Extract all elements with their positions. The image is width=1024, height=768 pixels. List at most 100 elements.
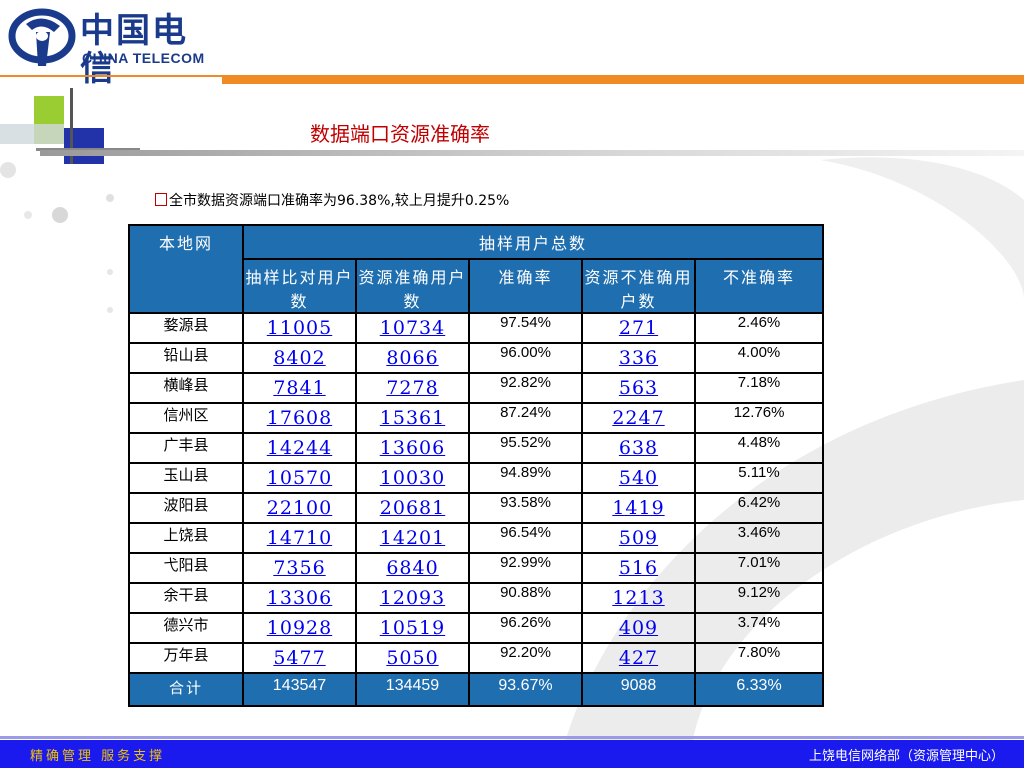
sample-count[interactable]: 7356 bbox=[242, 552, 357, 584]
inaccurate-count[interactable]: 1213 bbox=[581, 582, 696, 614]
inaccurate-count-link[interactable]: 516 bbox=[619, 557, 658, 579]
table-row: 婺源县 11005 10734 97.54% 271 2.46% bbox=[128, 312, 824, 344]
accurate-count[interactable]: 13606 bbox=[355, 432, 470, 464]
inaccurate-count-link[interactable]: 427 bbox=[619, 647, 658, 669]
accuracy-rate: 93.58% bbox=[468, 492, 583, 524]
sample-count[interactable]: 13306 bbox=[242, 582, 357, 614]
accurate-count[interactable]: 10734 bbox=[355, 312, 470, 344]
sample-count[interactable]: 10928 bbox=[242, 612, 357, 644]
inaccurate-count[interactable]: 563 bbox=[581, 372, 696, 404]
inaccurate-count[interactable]: 509 bbox=[581, 522, 696, 554]
sample-count-link[interactable]: 8402 bbox=[273, 347, 325, 369]
logo-english-text: CHINA TELECOM bbox=[82, 50, 205, 66]
inaccurate-count[interactable]: 638 bbox=[581, 432, 696, 464]
accuracy-table: 本地网 抽样用户总数 抽样比对用户数 资源准确用户数 准确率 资源不准确用户数 … bbox=[128, 224, 824, 707]
table-row: 玉山县 10570 10030 94.89% 540 5.11% bbox=[128, 462, 824, 494]
inaccurate-count-link[interactable]: 1419 bbox=[612, 497, 664, 519]
accurate-count[interactable]: 12093 bbox=[355, 582, 470, 614]
sample-count[interactable]: 14710 bbox=[242, 522, 357, 554]
accurate-count-link[interactable]: 10030 bbox=[380, 467, 445, 489]
total-sample: 143547 bbox=[242, 672, 357, 707]
sample-count[interactable]: 5477 bbox=[242, 642, 357, 674]
col-header-inaccurate: 资源不准确用户数 bbox=[581, 258, 696, 314]
region-name: 弋阳县 bbox=[128, 552, 244, 584]
accurate-count-link[interactable]: 7278 bbox=[386, 377, 438, 399]
inaccurate-count-link[interactable]: 540 bbox=[619, 467, 658, 489]
inaccurate-count[interactable]: 336 bbox=[581, 342, 696, 374]
sample-count-link[interactable]: 14710 bbox=[267, 527, 332, 549]
inaccurate-count[interactable]: 2247 bbox=[581, 402, 696, 434]
sample-count-link[interactable]: 7841 bbox=[273, 377, 325, 399]
accurate-count[interactable]: 14201 bbox=[355, 522, 470, 554]
sample-count[interactable]: 7841 bbox=[242, 372, 357, 404]
accuracy-rate: 96.00% bbox=[468, 342, 583, 374]
accurate-count[interactable]: 6840 bbox=[355, 552, 470, 584]
sample-count-link[interactable]: 13306 bbox=[267, 587, 332, 609]
total-rate: 93.67% bbox=[468, 672, 583, 707]
accurate-count[interactable]: 10519 bbox=[355, 612, 470, 644]
inaccurate-count[interactable]: 409 bbox=[581, 612, 696, 644]
sample-count-link[interactable]: 17608 bbox=[267, 407, 332, 429]
inaccurate-count-link[interactable]: 1213 bbox=[612, 587, 664, 609]
inaccurate-count-link[interactable]: 336 bbox=[619, 347, 658, 369]
accurate-count-link[interactable]: 10734 bbox=[380, 317, 445, 339]
accuracy-rate: 94.89% bbox=[468, 462, 583, 494]
accurate-count[interactable]: 10030 bbox=[355, 462, 470, 494]
accurate-count-link[interactable]: 14201 bbox=[380, 527, 445, 549]
accurate-count[interactable]: 8066 bbox=[355, 342, 470, 374]
inaccurate-count[interactable]: 271 bbox=[581, 312, 696, 344]
inaccurate-count-link[interactable]: 563 bbox=[619, 377, 658, 399]
sample-count-link[interactable]: 14244 bbox=[267, 437, 332, 459]
region-name: 余干县 bbox=[128, 582, 244, 614]
accurate-count-link[interactable]: 15361 bbox=[380, 407, 445, 429]
sample-count[interactable]: 22100 bbox=[242, 492, 357, 524]
sample-count-link[interactable]: 11005 bbox=[267, 317, 332, 339]
sample-count-link[interactable]: 5477 bbox=[273, 647, 325, 669]
inaccurate-count-link[interactable]: 271 bbox=[619, 317, 658, 339]
col-header-rate: 准确率 bbox=[468, 258, 583, 314]
accurate-count[interactable]: 15361 bbox=[355, 402, 470, 434]
sample-count-link[interactable]: 22100 bbox=[267, 497, 332, 519]
inaccuracy-rate: 7.18% bbox=[694, 372, 824, 404]
sample-count[interactable]: 10570 bbox=[242, 462, 357, 494]
accurate-count-link[interactable]: 8066 bbox=[386, 347, 438, 369]
sample-count-link[interactable]: 10928 bbox=[267, 617, 332, 639]
accurate-count-link[interactable]: 6840 bbox=[386, 557, 438, 579]
accuracy-rate: 92.99% bbox=[468, 552, 583, 584]
sample-count[interactable]: 14244 bbox=[242, 432, 357, 464]
inaccurate-count[interactable]: 516 bbox=[581, 552, 696, 584]
table-row: 横峰县 7841 7278 92.82% 563 7.18% bbox=[128, 372, 824, 404]
accurate-count-link[interactable]: 13606 bbox=[380, 437, 445, 459]
inaccurate-count-link[interactable]: 2247 bbox=[612, 407, 664, 429]
inaccurate-count-link[interactable]: 509 bbox=[619, 527, 658, 549]
table-row: 余干县 13306 12093 90.88% 1213 9.12% bbox=[128, 582, 824, 614]
accurate-count-link[interactable]: 20681 bbox=[380, 497, 445, 519]
accurate-count[interactable]: 20681 bbox=[355, 492, 470, 524]
accurate-count-link[interactable]: 10519 bbox=[380, 617, 445, 639]
region-name: 铅山县 bbox=[128, 342, 244, 374]
inaccurate-count-link[interactable]: 638 bbox=[619, 437, 658, 459]
accurate-count-link[interactable]: 12093 bbox=[380, 587, 445, 609]
inaccurate-count-link[interactable]: 409 bbox=[619, 617, 658, 639]
col-header-accurate: 资源准确用户数 bbox=[355, 258, 470, 314]
china-telecom-logo: 中国电信 CHINA TELECOM bbox=[0, 0, 222, 88]
inaccuracy-rate: 7.01% bbox=[694, 552, 824, 584]
accurate-count[interactable]: 7278 bbox=[355, 372, 470, 404]
inaccurate-count[interactable]: 1419 bbox=[581, 492, 696, 524]
inaccurate-count[interactable]: 427 bbox=[581, 642, 696, 674]
sample-count[interactable]: 8402 bbox=[242, 342, 357, 374]
accurate-count[interactable]: 5050 bbox=[355, 642, 470, 674]
inaccuracy-rate: 5.11% bbox=[694, 462, 824, 494]
inaccurate-count[interactable]: 540 bbox=[581, 462, 696, 494]
sample-count-link[interactable]: 10570 bbox=[267, 467, 332, 489]
sample-count[interactable]: 17608 bbox=[242, 402, 357, 434]
accurate-count-link[interactable]: 5050 bbox=[386, 647, 438, 669]
summary-bullet: 全市数据资源端口准确率为96.38%,较上月提升0.25% bbox=[155, 190, 509, 210]
sample-count-link[interactable]: 7356 bbox=[273, 557, 325, 579]
region-name: 上饶县 bbox=[128, 522, 244, 554]
table-header-row: 本地网 抽样用户总数 bbox=[128, 224, 824, 314]
region-name: 信州区 bbox=[128, 402, 244, 434]
sample-count[interactable]: 11005 bbox=[242, 312, 357, 344]
total-inaccurate: 9088 bbox=[581, 672, 696, 707]
table-row: 德兴市 10928 10519 96.26% 409 3.74% bbox=[128, 612, 824, 644]
